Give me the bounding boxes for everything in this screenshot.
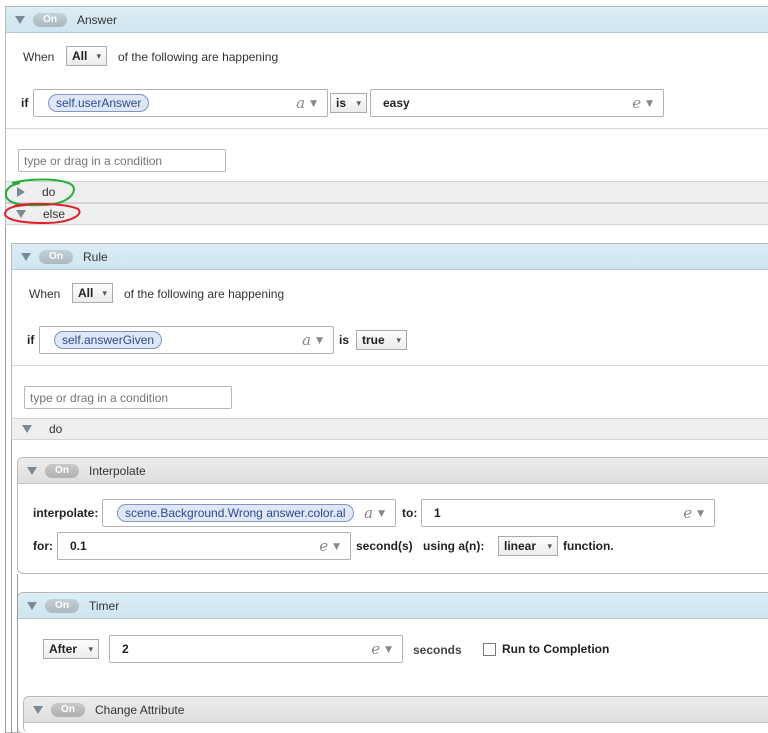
rule-mode-select[interactable]: All ▾ bbox=[72, 283, 113, 303]
timer-title: Timer bbox=[89, 598, 120, 613]
answer-rule-header[interactable]: On Answer bbox=[6, 7, 768, 33]
answer-rule-title: Answer bbox=[77, 12, 118, 27]
answer-else-bar[interactable]: else bbox=[6, 203, 768, 225]
interpolate-target-field[interactable]: scene.Background.Wrong answer.color.al a… bbox=[102, 499, 396, 527]
chevron-down-icon: ▾ bbox=[96, 51, 101, 61]
rule-lhs-field[interactable]: self.answerGiven a ▼ bbox=[39, 326, 334, 354]
answer-on-toggle[interactable]: On bbox=[33, 12, 67, 27]
nesting-guide-line bbox=[5, 228, 6, 733]
rule-title: Rule bbox=[83, 249, 108, 264]
interpolate-seconds-label: second(s) bbox=[356, 539, 413, 553]
answer-lhs-attribute-pill[interactable]: self.userAnswer bbox=[48, 94, 150, 112]
answer-following-label: of the following are happening bbox=[118, 50, 279, 64]
interpolate-header[interactable]: On Interpolate bbox=[18, 458, 768, 484]
interpolate-to-field[interactable]: 1 e ▼ bbox=[421, 499, 715, 527]
rule-operator-label: is bbox=[339, 333, 350, 347]
interpolate-to-label: to: bbox=[402, 506, 418, 520]
interpolate-for-value: 0.1 bbox=[70, 539, 87, 553]
collapse-triangle-icon[interactable] bbox=[27, 601, 37, 610]
nesting-guide-line bbox=[17, 574, 18, 733]
do-highlight-circle bbox=[4, 178, 75, 207]
change-attribute-title: Change Attribute bbox=[95, 702, 185, 717]
chevron-down-icon: ▾ bbox=[356, 98, 361, 108]
answer-condition-input[interactable] bbox=[18, 149, 226, 172]
change-attribute-on-toggle[interactable]: On bbox=[51, 702, 85, 717]
attribute-type-icon[interactable]: a ▼ bbox=[296, 94, 317, 112]
answer-divider bbox=[6, 128, 768, 129]
interpolate-on-toggle[interactable]: On bbox=[45, 463, 79, 478]
annotation-marks bbox=[3, 178, 81, 225]
interpolate-title: Interpolate bbox=[89, 463, 146, 478]
run-to-completion-label: Run to Completion bbox=[502, 642, 610, 656]
interpolate-for-label: for: bbox=[33, 539, 53, 553]
rule-divider bbox=[12, 365, 768, 366]
nesting-guide-line bbox=[11, 440, 12, 733]
rule-lhs-attribute-pill[interactable]: self.answerGiven bbox=[54, 331, 163, 349]
answer-if-label: if bbox=[21, 96, 29, 110]
rule-on-toggle[interactable]: On bbox=[39, 249, 73, 264]
answer-rhs-value: easy bbox=[383, 96, 410, 110]
answer-lhs-field[interactable]: self.userAnswer a ▼ bbox=[33, 89, 328, 117]
timer-seconds-label: seconds bbox=[413, 643, 462, 657]
rule-condition-input[interactable] bbox=[24, 386, 232, 409]
expression-type-icon[interactable]: e ▼ bbox=[632, 94, 653, 112]
collapse-triangle-icon[interactable] bbox=[21, 252, 31, 261]
interpolate-for-field[interactable]: 0.1 e ▼ bbox=[57, 532, 351, 560]
answer-operator-select[interactable]: is ▾ bbox=[330, 93, 367, 113]
timer-mode-select[interactable]: After ▾ bbox=[43, 639, 99, 659]
rule-following-label: of the following are happening bbox=[124, 287, 285, 301]
run-to-completion-checkbox[interactable] bbox=[483, 643, 496, 656]
interpolate-to-value: 1 bbox=[434, 506, 441, 520]
chevron-down-icon: ▾ bbox=[547, 541, 552, 551]
timer-header[interactable]: On Timer bbox=[18, 593, 768, 619]
attribute-type-icon[interactable]: a ▼ bbox=[302, 331, 323, 349]
chevron-down-icon: ▾ bbox=[88, 644, 93, 654]
answer-mode-select[interactable]: All ▾ bbox=[66, 46, 107, 66]
interpolate-using-label: using a(n): bbox=[423, 539, 485, 553]
timer-value-field[interactable]: 2 e ▼ bbox=[109, 635, 403, 663]
interpolate-easing-select[interactable]: linear ▾ bbox=[498, 536, 558, 556]
expression-type-icon[interactable]: e ▼ bbox=[683, 504, 704, 522]
change-attribute-header[interactable]: On Change Attribute bbox=[24, 697, 768, 723]
chevron-down-icon: ▾ bbox=[396, 335, 401, 345]
interpolate-function-label: function. bbox=[563, 539, 614, 553]
rule-do-label: do bbox=[49, 422, 63, 436]
collapse-triangle-icon[interactable] bbox=[15, 15, 25, 24]
timer-value: 2 bbox=[122, 642, 129, 656]
rule-value-select[interactable]: true ▾ bbox=[356, 330, 407, 350]
rule-do-bar[interactable]: do bbox=[12, 418, 768, 440]
change-attribute-panel: On Change Attribute bbox=[23, 696, 768, 733]
chevron-down-icon: ▾ bbox=[102, 288, 107, 298]
timer-on-toggle[interactable]: On bbox=[45, 598, 79, 613]
rule-header[interactable]: On Rule bbox=[12, 244, 768, 270]
attribute-type-icon[interactable]: a ▼ bbox=[364, 504, 385, 522]
collapse-triangle-icon[interactable] bbox=[22, 425, 32, 433]
expression-type-icon[interactable]: e ▼ bbox=[371, 640, 392, 658]
else-highlight-circle bbox=[3, 202, 81, 225]
expression-type-icon[interactable]: e ▼ bbox=[319, 537, 340, 555]
collapse-triangle-icon[interactable] bbox=[27, 466, 37, 475]
interpolate-target-attribute-pill[interactable]: scene.Background.Wrong answer.color.al bbox=[117, 504, 354, 522]
answer-do-bar[interactable]: do bbox=[6, 181, 768, 203]
interpolate-label: interpolate: bbox=[33, 506, 99, 520]
rule-if-label: if bbox=[27, 333, 35, 347]
collapse-triangle-icon[interactable] bbox=[33, 705, 43, 714]
answer-when-label: When bbox=[23, 50, 55, 64]
rule-when-label: When bbox=[29, 287, 61, 301]
answer-rhs-field[interactable]: easy e ▼ bbox=[370, 89, 664, 117]
